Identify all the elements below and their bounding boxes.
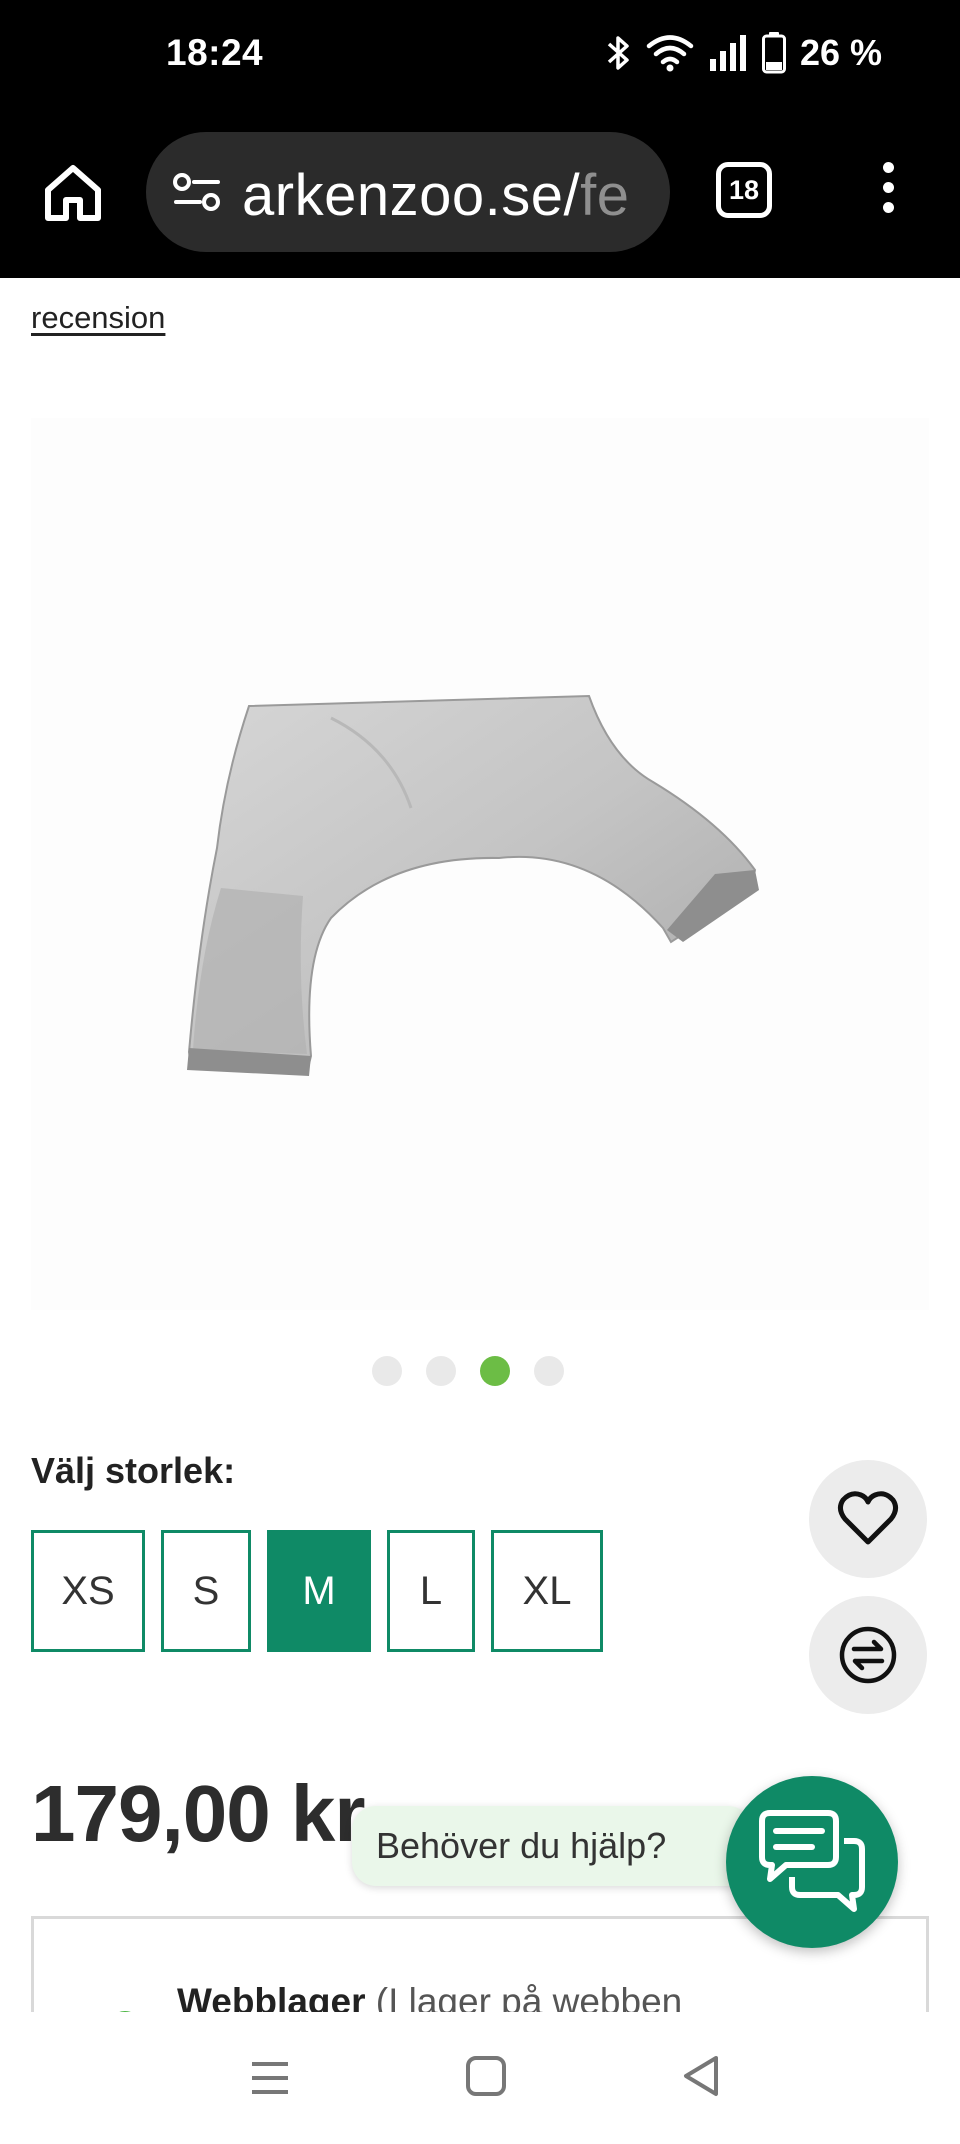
battery-percent: 26 % xyxy=(799,32,882,73)
bluetooth-icon xyxy=(606,33,632,73)
address-bar[interactable]: arkenzoo.se/fe xyxy=(146,132,670,252)
gallery-dot[interactable] xyxy=(480,1356,510,1386)
product-price: 179,00 kr xyxy=(31,1769,366,1858)
gallery-dot[interactable] xyxy=(426,1356,456,1386)
gallery-dot[interactable] xyxy=(534,1356,564,1386)
url-main: arkenzoo.se/ xyxy=(242,163,581,228)
home-button[interactable] xyxy=(40,160,106,226)
tab-switcher-button[interactable]: 18 xyxy=(716,162,772,218)
battery-icon xyxy=(761,32,786,74)
gallery-pagination xyxy=(372,1356,564,1386)
chat-button[interactable] xyxy=(726,1776,898,1948)
review-link[interactable]: recension xyxy=(31,300,165,336)
signal-icon xyxy=(708,33,748,73)
help-bubble[interactable]: Behöver du hjälp? xyxy=(352,1806,752,1886)
size-option-m[interactable]: M xyxy=(267,1530,371,1652)
product-image[interactable] xyxy=(31,418,929,1714)
size-options: XS S M L XL xyxy=(31,1530,619,1652)
wifi-icon xyxy=(646,33,694,73)
size-label: Välj storlek: xyxy=(31,1450,236,1491)
compare-arrows-icon xyxy=(839,1626,897,1684)
gallery-dot[interactable] xyxy=(372,1356,402,1386)
system-nav-bar xyxy=(0,2012,960,2144)
browser-toolbar: arkenzoo.se/fe 18 xyxy=(0,110,960,278)
site-settings-icon[interactable] xyxy=(172,172,222,212)
favorite-button[interactable] xyxy=(809,1460,927,1578)
chat-icon xyxy=(759,1810,865,1912)
url-faded: fe xyxy=(580,163,630,228)
home-icon xyxy=(45,165,101,221)
nav-home-icon[interactable] xyxy=(466,2056,506,2096)
heart-icon xyxy=(837,1491,899,1545)
size-option-xl[interactable]: XL xyxy=(491,1530,603,1652)
status-time: 18:24 xyxy=(166,32,264,73)
size-option-s[interactable]: S xyxy=(161,1530,251,1652)
more-menu-icon[interactable] xyxy=(876,162,900,222)
url-text: arkenzoo.se/fe xyxy=(242,162,629,229)
size-option-l[interactable]: L xyxy=(387,1530,475,1652)
compare-button[interactable] xyxy=(809,1596,927,1714)
status-bar: 18:24 26 % xyxy=(0,0,960,110)
dog-garment-image xyxy=(187,694,759,1076)
back-icon[interactable] xyxy=(680,2054,722,2098)
recent-apps-icon[interactable] xyxy=(250,2058,290,2098)
status-icons: 26 % xyxy=(606,30,882,76)
size-option-xs[interactable]: XS xyxy=(31,1530,145,1652)
